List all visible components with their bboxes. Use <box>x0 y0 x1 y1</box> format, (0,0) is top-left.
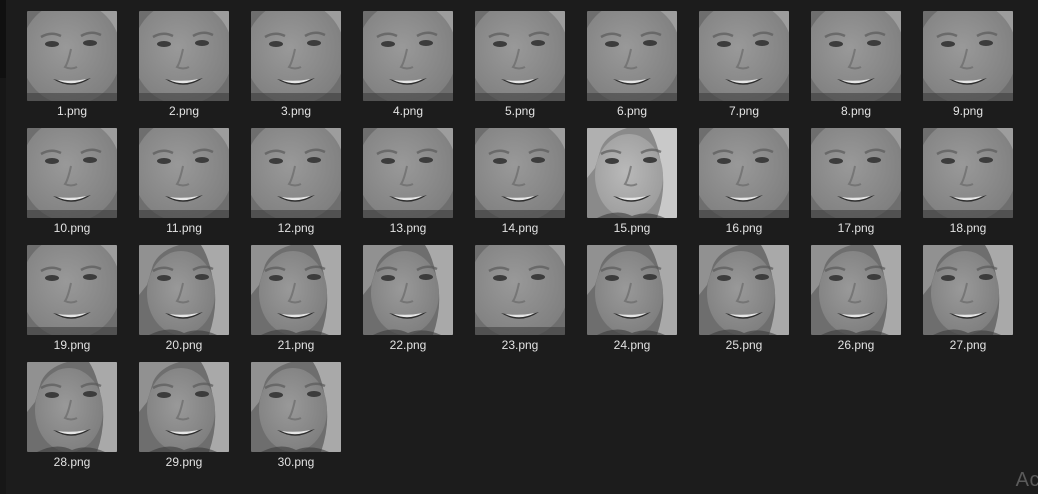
file-name-label: 30.png <box>277 455 315 469</box>
image-thumbnail <box>139 11 229 101</box>
file-name-label: 5.png <box>504 104 536 118</box>
file-name-label: 7.png <box>728 104 760 118</box>
file-item[interactable]: 14.png <box>464 123 576 240</box>
file-name-label: 20.png <box>165 338 203 352</box>
file-name-label: 3.png <box>280 104 312 118</box>
file-item[interactable]: 20.png <box>128 240 240 357</box>
file-item[interactable]: 5.png <box>464 6 576 123</box>
file-item[interactable]: 19.png <box>16 240 128 357</box>
file-thumbnail-grid: 1.png 2.png 3.png 4.png 5.png 6.png 7.png 8.png… <box>16 6 1024 474</box>
file-name-label: 26.png <box>837 338 875 352</box>
image-thumbnail <box>587 128 677 218</box>
image-thumbnail <box>587 245 677 335</box>
image-thumbnail <box>811 245 901 335</box>
image-thumbnail <box>475 11 565 101</box>
image-thumbnail <box>139 362 229 452</box>
image-thumbnail <box>251 362 341 452</box>
file-item[interactable]: 13.png <box>352 123 464 240</box>
image-thumbnail <box>811 128 901 218</box>
file-name-label: 13.png <box>389 221 427 235</box>
file-name-label: 24.png <box>613 338 651 352</box>
file-item[interactable]: 6.png <box>576 6 688 123</box>
file-item[interactable]: 12.png <box>240 123 352 240</box>
image-thumbnail <box>363 245 453 335</box>
image-thumbnail <box>27 128 117 218</box>
file-item[interactable]: 15.png <box>576 123 688 240</box>
image-thumbnail <box>923 245 1013 335</box>
file-item[interactable]: 11.png <box>128 123 240 240</box>
file-name-label: 16.png <box>725 221 763 235</box>
image-thumbnail <box>251 128 341 218</box>
file-name-label: 21.png <box>277 338 315 352</box>
file-item[interactable]: 30.png <box>240 357 352 474</box>
image-thumbnail <box>251 245 341 335</box>
file-item[interactable]: 25.png <box>688 240 800 357</box>
file-name-label: 22.png <box>389 338 427 352</box>
activation-watermark: Ac <box>1015 469 1038 491</box>
image-thumbnail <box>27 11 117 101</box>
file-explorer-view: 1.png 2.png 3.png 4.png 5.png 6.png 7.png 8.png… <box>0 0 1038 494</box>
file-name-label: 18.png <box>949 221 987 235</box>
file-item[interactable]: 27.png <box>912 240 1024 357</box>
file-item[interactable]: 29.png <box>128 357 240 474</box>
image-thumbnail <box>923 128 1013 218</box>
file-name-label: 10.png <box>53 221 91 235</box>
image-thumbnail <box>363 11 453 101</box>
image-thumbnail <box>27 245 117 335</box>
image-thumbnail <box>139 128 229 218</box>
file-name-label: 23.png <box>501 338 539 352</box>
file-name-label: 14.png <box>501 221 539 235</box>
file-name-label: 25.png <box>725 338 763 352</box>
file-item[interactable]: 3.png <box>240 6 352 123</box>
file-item[interactable]: 21.png <box>240 240 352 357</box>
file-name-label: 27.png <box>949 338 987 352</box>
file-item[interactable]: 26.png <box>800 240 912 357</box>
file-name-label: 19.png <box>53 338 91 352</box>
image-thumbnail <box>27 362 117 452</box>
file-item[interactable]: 8.png <box>800 6 912 123</box>
file-item[interactable]: 22.png <box>352 240 464 357</box>
file-name-label: 8.png <box>840 104 872 118</box>
file-name-label: 17.png <box>837 221 875 235</box>
image-thumbnail <box>699 245 789 335</box>
file-item[interactable]: 18.png <box>912 123 1024 240</box>
file-item[interactable]: 23.png <box>464 240 576 357</box>
file-name-label: 2.png <box>168 104 200 118</box>
image-thumbnail <box>699 11 789 101</box>
image-thumbnail <box>251 11 341 101</box>
file-name-label: 15.png <box>613 221 651 235</box>
navigation-pane-edge-top <box>0 0 6 78</box>
image-thumbnail <box>587 11 677 101</box>
image-thumbnail <box>923 11 1013 101</box>
file-name-label: 4.png <box>392 104 424 118</box>
image-thumbnail <box>475 128 565 218</box>
file-item[interactable]: 10.png <box>16 123 128 240</box>
file-item[interactable]: 9.png <box>912 6 1024 123</box>
image-thumbnail <box>699 128 789 218</box>
file-name-label: 1.png <box>56 104 88 118</box>
file-item[interactable]: 2.png <box>128 6 240 123</box>
file-item[interactable]: 7.png <box>688 6 800 123</box>
file-item[interactable]: 17.png <box>800 123 912 240</box>
file-name-label: 6.png <box>616 104 648 118</box>
file-name-label: 11.png <box>166 221 202 235</box>
file-name-label: 12.png <box>277 221 315 235</box>
image-thumbnail <box>475 245 565 335</box>
file-name-label: 9.png <box>952 104 984 118</box>
image-thumbnail <box>811 11 901 101</box>
file-name-label: 29.png <box>165 455 203 469</box>
file-name-label: 28.png <box>53 455 91 469</box>
image-thumbnail <box>363 128 453 218</box>
file-item[interactable]: 16.png <box>688 123 800 240</box>
file-item[interactable]: 24.png <box>576 240 688 357</box>
file-item[interactable]: 1.png <box>16 6 128 123</box>
file-item[interactable]: 4.png <box>352 6 464 123</box>
image-thumbnail <box>139 245 229 335</box>
file-item[interactable]: 28.png <box>16 357 128 474</box>
